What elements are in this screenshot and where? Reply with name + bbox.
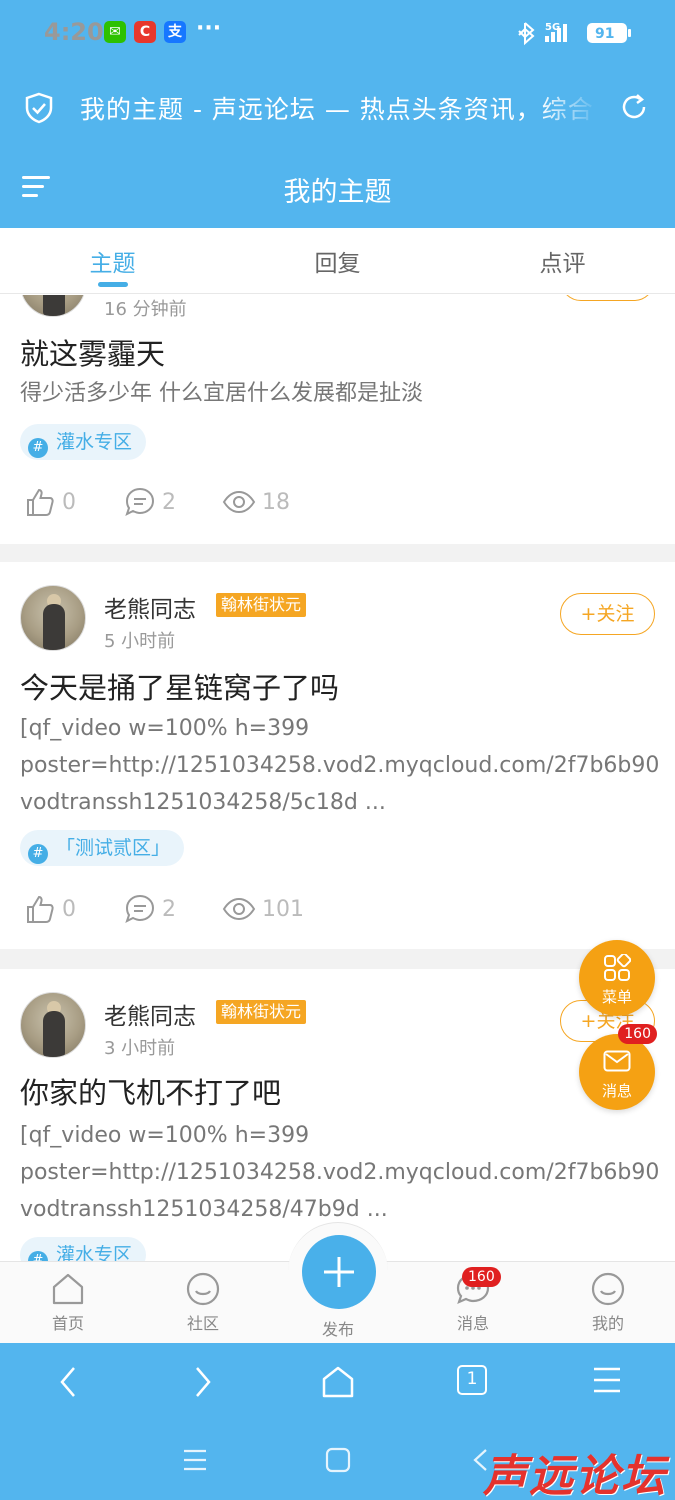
status-right: 5G 91	[515, 19, 655, 47]
post-card[interactable]: 老熊同志 翰林街状元 3 小时前 +关注 你家的飞机不打了吧 [qf_video…	[0, 969, 675, 1261]
home-icon	[52, 1273, 84, 1305]
avatar[interactable]	[20, 992, 86, 1058]
user-rank-badge: 翰林街状元	[216, 1000, 307, 1024]
nav-home[interactable]: 首页	[28, 1272, 108, 1334]
post-title[interactable]: 你家的飞机不打了吧	[20, 1070, 281, 1112]
hashtag-icon: #	[28, 438, 48, 458]
follow-button[interactable]: +关注	[560, 295, 655, 301]
svg-text:91: 91	[595, 26, 614, 42]
post-body[interactable]: [qf_video w=100% h=399 poster=http://125…	[20, 710, 660, 821]
hashtag-icon: #	[28, 844, 48, 864]
comment-icon	[125, 487, 155, 516]
shield-icon	[25, 92, 53, 124]
tab-active-indicator	[98, 282, 128, 287]
back-icon[interactable]	[56, 1365, 80, 1399]
tab-comments[interactable]: 点评	[450, 244, 675, 278]
page-title: 我的主题	[283, 177, 392, 208]
post-title[interactable]: 就这雾霾天	[20, 331, 165, 373]
nav-community[interactable]: 社区	[163, 1272, 243, 1334]
profile-smile-icon	[591, 1272, 625, 1306]
eye-icon	[222, 897, 256, 921]
publish-label: 发布	[321, 1320, 354, 1339]
thumbs-up-icon	[27, 895, 54, 923]
post-body[interactable]: [qf_video w=100% h=399 poster=http://125…	[20, 1117, 660, 1228]
wechat-icon: ✉	[104, 21, 126, 43]
tab-topics[interactable]: 主题	[0, 244, 225, 278]
forum-watermark-logo: 声远论坛	[483, 1451, 667, 1500]
c-app-icon: C	[134, 21, 156, 43]
post-tag[interactable]: # 灌水专区	[20, 1237, 147, 1261]
page-url-title[interactable]: 我的主题 - 声远论坛 — 热点头条资讯，综合	[80, 90, 600, 126]
message-count-badge: 160	[618, 1024, 657, 1044]
browser-home-icon[interactable]	[321, 1365, 355, 1399]
publish-button[interactable]	[302, 1235, 376, 1309]
tab-replies[interactable]: 回复	[225, 244, 450, 278]
hashtag-icon: #	[28, 1251, 48, 1261]
author-name[interactable]: 老熊同志	[104, 997, 196, 1031]
refresh-icon[interactable]	[619, 92, 649, 122]
floating-menu-button[interactable]: 菜单	[579, 940, 655, 1016]
bluetooth-signal-battery-icon: 5G 91	[518, 22, 631, 46]
page-header: 我的主题	[0, 150, 675, 228]
nav-messages-badge: 160	[462, 1267, 501, 1287]
forward-icon[interactable]	[191, 1365, 215, 1399]
message-label: 消息	[601, 1082, 632, 1100]
author-name[interactable]: 老熊同志	[104, 590, 196, 624]
post-body[interactable]: 得少活多少年 什么宜居什么发展都是扯淡	[20, 375, 660, 412]
browser-menu-icon[interactable]	[592, 1365, 622, 1395]
system-home-icon[interactable]	[325, 1447, 351, 1473]
nav-mine[interactable]: 我的	[568, 1272, 648, 1334]
plus-icon	[324, 1257, 354, 1287]
menu-label: 菜单	[601, 988, 632, 1006]
tab-bar: 主题 回复 点评	[0, 228, 675, 294]
recent-apps-icon[interactable]	[182, 1447, 208, 1473]
post-card[interactable]: 老熊同志 翰林街状元 5 小时前 +关注 今天是捅了星链窝子了吗 [qf_vid…	[0, 562, 675, 949]
comment-icon	[125, 894, 155, 923]
post-title[interactable]: 今天是捅了星链窝子了吗	[20, 665, 339, 707]
mail-icon	[603, 1050, 631, 1072]
grid-menu-icon	[604, 954, 631, 981]
post-time: 16 分钟前	[104, 299, 187, 320]
alipay-icon: 支	[164, 21, 186, 43]
status-bar: 4:20 ✉ C 支 ··· 5G 91	[0, 0, 675, 66]
post-time: 3 小时前	[104, 1038, 176, 1059]
post-tag[interactable]: # 灌水专区	[20, 424, 147, 460]
tab-switcher[interactable]: 1	[457, 1365, 487, 1395]
status-time: 4:20	[44, 18, 104, 46]
post-time: 5 小时前	[104, 631, 176, 652]
avatar[interactable]	[20, 295, 86, 317]
more-notifications-icon: ···	[196, 16, 222, 41]
browser-navigation: 1	[0, 1343, 675, 1423]
avatar[interactable]	[20, 585, 86, 651]
user-rank-badge: 翰林街状元	[216, 593, 307, 617]
follow-button[interactable]: +关注	[560, 593, 655, 635]
browser-address-bar[interactable]: 我的主题 - 声远论坛 — 热点头条资讯，综合	[0, 66, 675, 150]
topic-feed[interactable]: +关注 16 分钟前 就这雾霾天 得少活多少年 什么宜居什么发展都是扯淡 #灌水…	[0, 295, 675, 1261]
post-tag[interactable]: # 「测试贰区」	[20, 830, 185, 866]
floating-message-button[interactable]: 消息 160	[579, 1024, 657, 1110]
post-card[interactable]: +关注 16 分钟前 就这雾霾天 得少活多少年 什么宜居什么发展都是扯淡 #灌水…	[0, 295, 675, 544]
eye-icon	[222, 490, 256, 514]
smile-chat-icon	[186, 1272, 220, 1306]
thumbs-up-icon	[27, 488, 54, 516]
